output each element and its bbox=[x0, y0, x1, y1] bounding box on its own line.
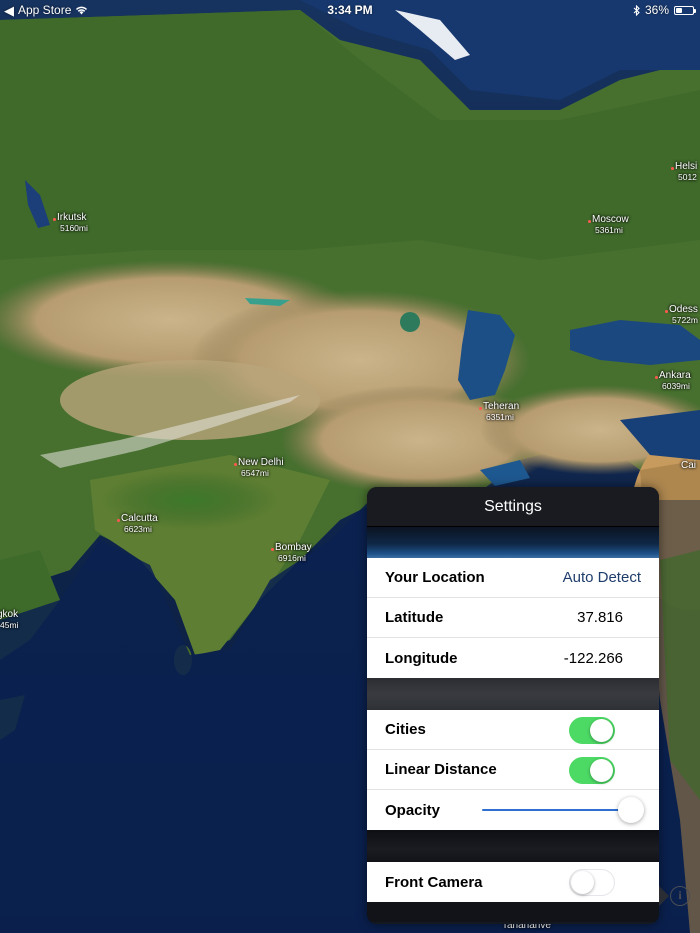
city-name: Teheran bbox=[483, 401, 520, 412]
city-label-irkutsk[interactable]: Irkutsk 5160mi bbox=[53, 212, 88, 233]
battery-percent: 36% bbox=[644, 3, 669, 17]
city-name: Irkutsk bbox=[57, 212, 87, 223]
opacity-slider[interactable] bbox=[482, 797, 644, 823]
city-distance: 5722m bbox=[672, 314, 698, 325]
city-label-helsinki[interactable]: Helsi 5012 bbox=[671, 161, 698, 182]
city-label-cairo[interactable]: Cai bbox=[681, 460, 697, 472]
city-label-bangkok[interactable]: gkok 45mi bbox=[0, 609, 19, 630]
city-name: Cai bbox=[681, 460, 697, 471]
status-bar: ◀ App Store 3:34 PM 36% bbox=[0, 0, 700, 20]
opacity-row: Opacity bbox=[367, 790, 659, 830]
linear-distance-label: Linear Distance bbox=[385, 761, 497, 778]
city-name: gkok bbox=[0, 609, 19, 620]
settings-title: Settings bbox=[367, 487, 659, 527]
city-name: New Delhi bbox=[238, 457, 284, 468]
auto-detect-value[interactable]: Auto Detect bbox=[563, 569, 641, 586]
city-distance: 5361mi bbox=[595, 224, 623, 235]
city-marker-dot bbox=[53, 218, 56, 221]
toggle-knob bbox=[571, 871, 594, 894]
info-icon[interactable]: i bbox=[670, 886, 690, 906]
city-marker-dot bbox=[117, 519, 120, 522]
city-name: Calcutta bbox=[121, 513, 158, 524]
city-distance: 6623mi bbox=[124, 523, 152, 534]
city-name: Moscow bbox=[592, 214, 629, 225]
city-marker-dot bbox=[588, 220, 591, 223]
popover-arrow bbox=[659, 886, 669, 906]
popover-footer bbox=[367, 902, 659, 922]
city-label-new-delhi[interactable]: New Delhi 6547mi bbox=[234, 457, 284, 478]
city-distance: 45mi bbox=[0, 619, 19, 630]
city-label-bombay[interactable]: Bombay 6916mi bbox=[271, 542, 312, 563]
city-name: Bombay bbox=[275, 542, 312, 553]
city-name: Ankara bbox=[659, 370, 691, 381]
longitude-value[interactable]: -122.266 bbox=[564, 650, 623, 667]
your-location-row[interactable]: Your Location Auto Detect bbox=[367, 558, 659, 598]
battery-fill bbox=[676, 7, 683, 13]
section-separator bbox=[367, 830, 659, 862]
longitude-label: Longitude bbox=[385, 649, 458, 667]
settings-popover: Settings Your Location Auto Detect Latit… bbox=[367, 487, 659, 924]
latitude-label: Latitude bbox=[385, 609, 444, 626]
city-marker-dot bbox=[234, 463, 237, 466]
your-location-label: Your Location bbox=[385, 569, 485, 586]
city-marker-dot bbox=[271, 548, 274, 551]
city-label-teheran[interactable]: Teheran 6351mi bbox=[479, 401, 520, 422]
front-camera-row: Front Camera bbox=[367, 862, 659, 902]
city-distance: 5160mi bbox=[60, 222, 88, 233]
city-label-ankara[interactable]: Ankara 6039mi bbox=[655, 370, 691, 391]
linear-distance-toggle[interactable] bbox=[569, 757, 615, 784]
city-marker-dot bbox=[671, 167, 674, 170]
front-camera-toggle[interactable] bbox=[569, 869, 615, 896]
city-marker-dot bbox=[665, 310, 668, 313]
city-distance: 5012 bbox=[678, 171, 697, 182]
toggle-knob bbox=[590, 759, 613, 782]
section-separator bbox=[367, 678, 659, 710]
latitude-row[interactable]: Latitude 37.816 bbox=[367, 598, 659, 638]
toggle-knob bbox=[590, 719, 613, 742]
section-separator bbox=[367, 527, 659, 558]
status-time: 3:34 PM bbox=[327, 3, 373, 17]
city-distance: 6547mi bbox=[241, 467, 269, 478]
linear-distance-row: Linear Distance bbox=[367, 750, 659, 790]
city-marker-dot bbox=[655, 376, 658, 379]
longitude-row[interactable]: Longitude -122.266 bbox=[367, 638, 659, 678]
city-name: Helsi bbox=[675, 161, 698, 172]
cities-toggle[interactable] bbox=[569, 717, 615, 744]
city-marker-dot bbox=[479, 407, 482, 410]
cities-label: Cities bbox=[385, 721, 426, 738]
cities-row: Cities bbox=[367, 710, 659, 750]
city-distance: 6351mi bbox=[486, 411, 514, 422]
bluetooth-icon bbox=[633, 4, 640, 16]
city-label-calcutta[interactable]: Calcutta 6623mi bbox=[117, 513, 158, 534]
battery-icon bbox=[674, 5, 696, 15]
status-right: 36% bbox=[633, 3, 696, 17]
city-label-odessa[interactable]: Odess 5722m bbox=[665, 304, 698, 325]
opacity-label: Opacity bbox=[385, 801, 441, 819]
latitude-value[interactable]: 37.816 bbox=[577, 609, 623, 626]
city-distance: 6039mi bbox=[662, 380, 690, 391]
city-distance: 6916mi bbox=[278, 552, 306, 563]
front-camera-label: Front Camera bbox=[385, 873, 483, 891]
opacity-slider-thumb[interactable] bbox=[618, 797, 644, 823]
city-label-moscow[interactable]: Moscow 5361mi bbox=[588, 214, 629, 235]
city-name: Odess bbox=[669, 304, 698, 315]
